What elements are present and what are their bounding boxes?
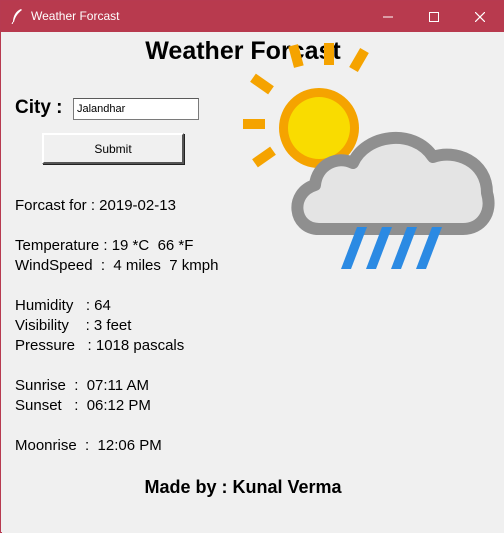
window-title: Weather Forcast [31,9,120,23]
visibility-text: Visibility : 3 feet [15,317,132,334]
footer-credit: Made by : Kunal Verma [144,477,342,497]
partly-cloudy-rain-icon [243,43,495,269]
close-icon [475,11,485,22]
close-button[interactable] [457,1,503,32]
temperature-text: Temperature : 19 *C 66 *F [15,237,194,254]
minimize-icon [383,16,393,17]
app-window: Weather Forcast Weather Forcast City : S… [0,0,504,533]
city-label: City : [15,97,63,118]
sunrise-text: Sunrise : 07:11 AM [15,377,149,394]
feather-icon [11,9,22,24]
minimize-button[interactable] [365,1,411,32]
city-input[interactable] [73,98,199,120]
sunset-text: Sunset : 06:12 PM [15,397,151,414]
humidity-text: Humidity : 64 [15,297,111,314]
maximize-button[interactable] [411,1,457,32]
submit-button[interactable]: Submit [42,133,184,164]
title-bar[interactable]: Weather Forcast [1,1,504,32]
maximize-icon [429,11,439,22]
pressure-text: Pressure : 1018 pascals [15,337,185,354]
moonrise-text: Moonrise : 12:06 PM [15,437,162,454]
forecast-date: Forcast for : 2019-02-13 [15,197,176,214]
windspeed-text: WindSpeed : 4 miles 7 kmph [15,257,219,274]
